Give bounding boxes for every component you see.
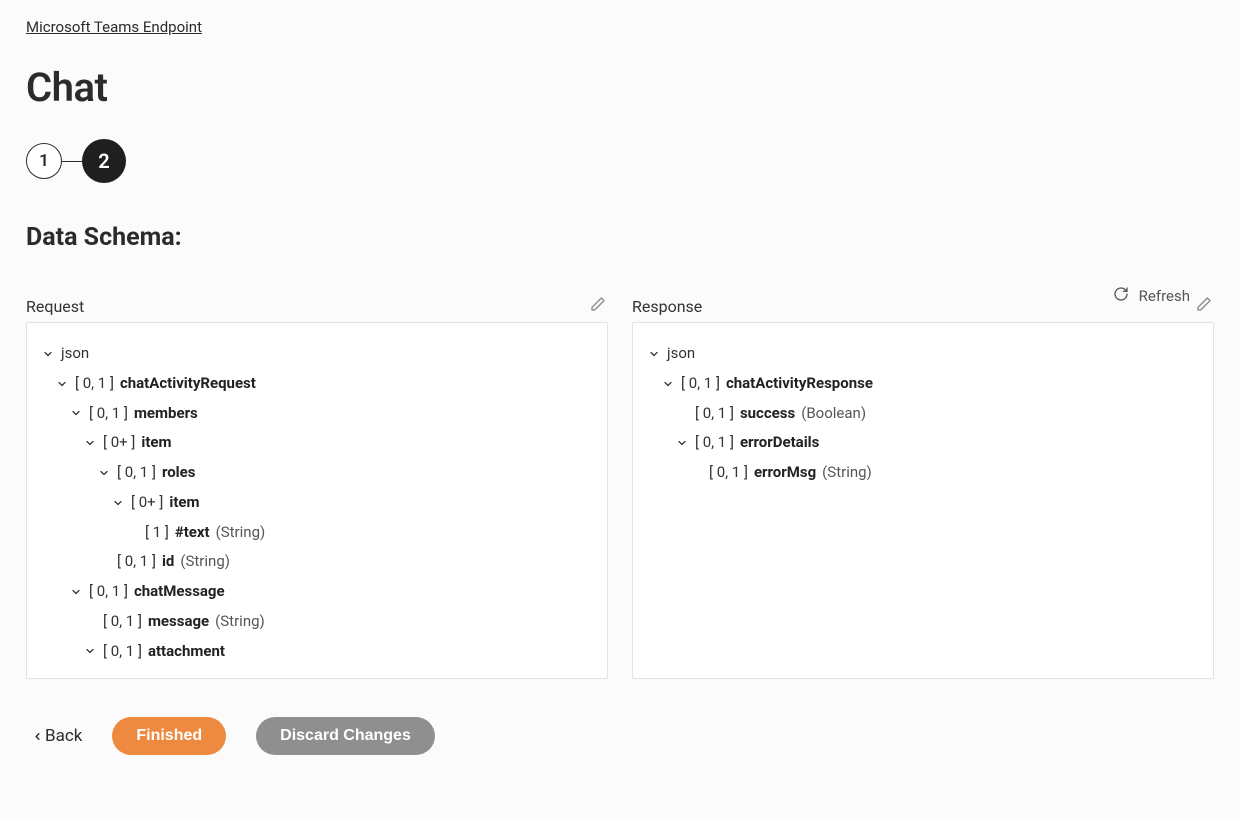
tree-node[interactable]: [ 0, 1 ] errorMsg (String) bbox=[647, 458, 1199, 488]
request-panel: json[ 0, 1 ] chatActivityRequest[ 0, 1 ]… bbox=[26, 322, 608, 679]
node-cardinality: [ 0, 1 ] bbox=[681, 373, 720, 395]
node-name: errorMsg bbox=[754, 462, 816, 484]
finished-button[interactable]: Finished bbox=[112, 717, 226, 755]
node-cardinality: [ 0, 1 ] bbox=[695, 403, 734, 425]
pencil-icon[interactable] bbox=[1196, 296, 1212, 316]
tree-node[interactable]: [ 0, 1 ] message (String) bbox=[41, 607, 593, 637]
node-label: json bbox=[667, 343, 695, 365]
node-name: item bbox=[169, 492, 199, 514]
node-type: (String) bbox=[216, 522, 266, 544]
node-name: id bbox=[162, 551, 174, 573]
node-name: errorDetails bbox=[740, 432, 819, 454]
response-column: Response json [ 0, 1 ] chatActivityRespon… bbox=[632, 296, 1214, 679]
node-cardinality: [ 0, 1 ] bbox=[103, 641, 142, 663]
node-cardinality: [ 0, 1 ] bbox=[75, 373, 114, 395]
tree-node[interactable]: [ 0+ ] item bbox=[41, 488, 593, 518]
node-cardinality: [ 0, 1 ] bbox=[117, 551, 156, 573]
node-type: (String) bbox=[180, 551, 230, 573]
node-name: roles bbox=[162, 462, 196, 484]
chevron-down-icon[interactable] bbox=[83, 644, 97, 658]
tree-node[interactable]: [ 0, 1 ] success (Boolean) bbox=[647, 399, 1199, 429]
section-title: Data Schema: bbox=[26, 223, 1214, 252]
chevron-down-icon[interactable] bbox=[111, 496, 125, 510]
response-panel: json[ 0, 1 ] chatActivityResponse[ 0, 1 … bbox=[632, 322, 1214, 679]
node-cardinality: [ 0+ ] bbox=[103, 432, 135, 454]
chevron-down-icon[interactable] bbox=[69, 406, 83, 420]
step-connector bbox=[62, 161, 82, 162]
tree-node[interactable]: [ 1 ] #text (String) bbox=[41, 518, 593, 548]
chevron-down-icon[interactable] bbox=[55, 377, 69, 391]
node-name: item bbox=[141, 432, 171, 454]
page-title: Chat bbox=[26, 64, 1214, 111]
node-name: chatActivityRequest bbox=[120, 373, 256, 395]
node-name: message bbox=[148, 611, 209, 633]
back-label: Back bbox=[45, 726, 82, 746]
tree-node[interactable]: [ 0, 1 ] members bbox=[41, 399, 593, 429]
response-label: Response bbox=[632, 297, 702, 316]
node-name: attachment bbox=[148, 641, 225, 663]
tree-node[interactable]: [ 0+ ] item bbox=[41, 428, 593, 458]
tree-node[interactable]: [ 0, 1 ] attachment bbox=[41, 637, 593, 667]
node-type: (String) bbox=[822, 462, 872, 484]
node-name: success bbox=[740, 403, 795, 425]
chevron-down-icon[interactable] bbox=[69, 585, 83, 599]
tree-node[interactable]: json bbox=[41, 339, 593, 369]
response-tree: json[ 0, 1 ] chatActivityResponse[ 0, 1 … bbox=[647, 339, 1199, 488]
request-column: Request json [ 0, 1 ] chatActivityRequest… bbox=[26, 296, 608, 679]
stepper: 1 2 bbox=[26, 139, 1214, 183]
back-button[interactable]: Back bbox=[32, 726, 82, 746]
node-name: chatMessage bbox=[134, 581, 225, 603]
step-2[interactable]: 2 bbox=[82, 139, 126, 183]
request-label: Request bbox=[26, 297, 84, 316]
tree-node[interactable]: [ 0, 1 ] id (String) bbox=[41, 547, 593, 577]
node-type: (String) bbox=[215, 611, 265, 633]
chevron-left-icon bbox=[32, 731, 43, 742]
chevron-down-icon[interactable] bbox=[647, 347, 661, 361]
node-cardinality: [ 0, 1 ] bbox=[695, 432, 734, 454]
chevron-down-icon[interactable] bbox=[83, 436, 97, 450]
tree-node[interactable]: [ 0, 1 ] chatMessage bbox=[41, 577, 593, 607]
node-cardinality: [ 1 ] bbox=[145, 522, 169, 544]
chevron-down-icon[interactable] bbox=[97, 466, 111, 480]
node-cardinality: [ 0, 1 ] bbox=[117, 462, 156, 484]
tree-node[interactable]: [ 0, 1 ] chatActivityRequest bbox=[41, 369, 593, 399]
node-cardinality: [ 0, 1 ] bbox=[89, 403, 128, 425]
step-1[interactable]: 1 bbox=[26, 143, 62, 179]
tree-node[interactable]: [ 0, 1 ] roles bbox=[41, 458, 593, 488]
node-cardinality: [ 0, 1 ] bbox=[89, 581, 128, 603]
node-label: json bbox=[61, 343, 89, 365]
tree-node[interactable]: json bbox=[647, 339, 1199, 369]
request-tree: json[ 0, 1 ] chatActivityRequest[ 0, 1 ]… bbox=[41, 339, 593, 666]
tree-node[interactable]: [ 0, 1 ] errorDetails bbox=[647, 428, 1199, 458]
node-name: chatActivityResponse bbox=[726, 373, 873, 395]
node-cardinality: [ 0, 1 ] bbox=[103, 611, 142, 633]
breadcrumb[interactable]: Microsoft Teams Endpoint bbox=[26, 18, 202, 36]
chevron-down-icon[interactable] bbox=[41, 347, 55, 361]
node-cardinality: [ 0+ ] bbox=[131, 492, 163, 514]
chevron-down-icon[interactable] bbox=[675, 436, 689, 450]
node-type: (Boolean) bbox=[801, 403, 866, 425]
pencil-icon[interactable] bbox=[590, 296, 606, 316]
node-name: #text bbox=[175, 522, 210, 544]
discard-changes-button[interactable]: Discard Changes bbox=[256, 717, 435, 755]
chevron-down-icon[interactable] bbox=[661, 377, 675, 391]
node-name: members bbox=[134, 403, 198, 425]
tree-node[interactable]: [ 0, 1 ] chatActivityResponse bbox=[647, 369, 1199, 399]
node-cardinality: [ 0, 1 ] bbox=[709, 462, 748, 484]
